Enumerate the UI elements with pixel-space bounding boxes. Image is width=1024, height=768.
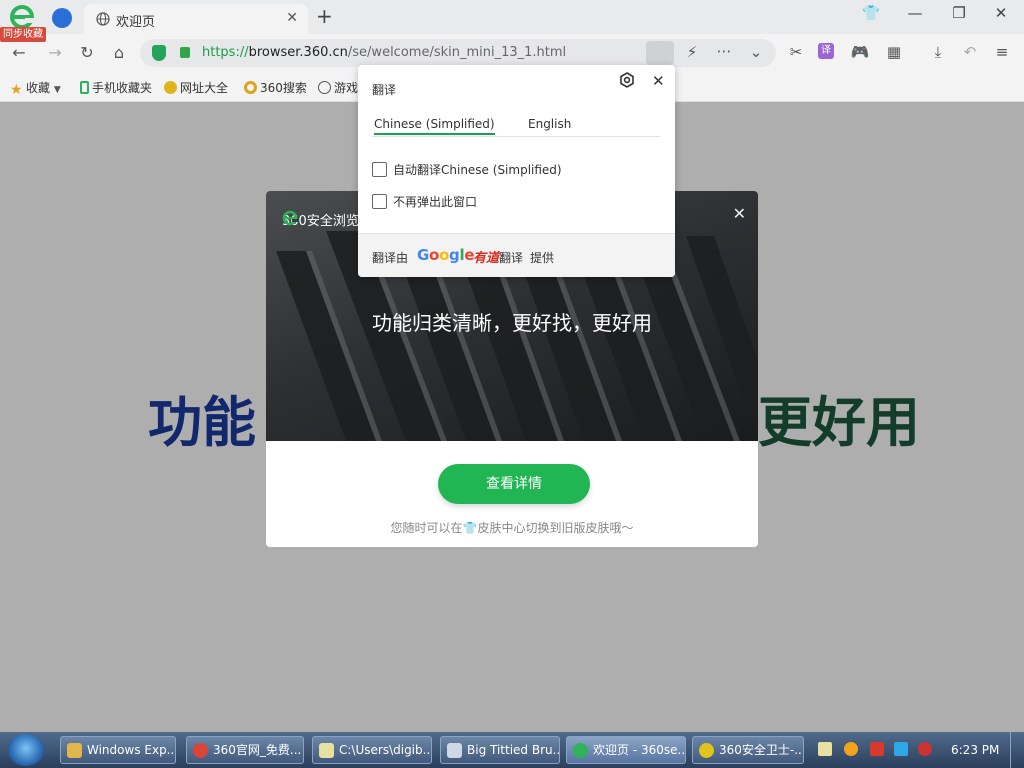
bookmark-games[interactable]: 游戏 xyxy=(318,79,358,96)
chrome-icon xyxy=(193,743,208,758)
chevron-down-icon[interactable]: ⌄ xyxy=(746,43,766,61)
download-icon[interactable]: ⤓ xyxy=(928,43,948,61)
footer-suffix: 提供 xyxy=(530,251,555,265)
browser-360-logo-icon xyxy=(282,210,298,226)
show-desktop-button[interactable] xyxy=(1010,732,1024,768)
reload-icon[interactable]: ↻ xyxy=(76,42,98,64)
tray-monitor-icon[interactable] xyxy=(894,742,908,756)
globe-icon xyxy=(318,81,331,94)
restore-icon[interactable]: ❐ xyxy=(944,4,974,22)
windows-taskbar: Windows Exp... 360官网_免费... C:\Users\digi… xyxy=(0,732,1024,768)
menu-icon[interactable]: ≡ xyxy=(992,43,1012,61)
footer-mid: 翻译 xyxy=(499,251,524,265)
tab-welcome[interactable]: 欢迎页 ✕ xyxy=(84,4,308,34)
translate-button[interactable] xyxy=(646,41,674,65)
lock-icon[interactable] xyxy=(180,47,190,58)
modal-close-icon[interactable]: ✕ xyxy=(733,204,746,223)
auto-translate-option[interactable]: 自动翻译Chinese (Simplified) xyxy=(372,161,562,178)
address-url[interactable]: https://browser.360.cn/se/welcome/skin_m… xyxy=(202,45,566,60)
media-window-icon xyxy=(447,743,462,758)
skin-switch-tip: 您随时可以在👕皮肤中心切换到旧版皮肤哦～ xyxy=(390,521,634,535)
tab-target-language[interactable]: English xyxy=(528,117,571,131)
translate-footer: 翻译由 Google 有道 翻译 提供 xyxy=(358,233,675,277)
gamepad-icon[interactable]: 🎮 xyxy=(850,43,870,61)
taskbar-clock[interactable]: 6:23 PM xyxy=(951,743,999,757)
translate-ext-icon[interactable]: 译 xyxy=(818,43,834,59)
bookmark-site-nav[interactable]: 网址大全 xyxy=(164,79,228,96)
bookmark-mobile-favorites[interactable]: 手机收藏夹 xyxy=(80,79,152,96)
pinned-tab-telegram-icon[interactable] xyxy=(52,8,72,28)
start-button-windows-icon[interactable] xyxy=(8,734,44,766)
close-window-icon[interactable]: ✕ xyxy=(986,4,1016,22)
settings-gear-icon[interactable] xyxy=(619,72,635,88)
minimize-icon[interactable]: — xyxy=(900,4,930,22)
youdao-logo: 有道 xyxy=(473,251,500,266)
auto-translate-checkbox[interactable] xyxy=(372,162,387,177)
tray-tool-icon[interactable] xyxy=(818,742,832,756)
bookmark-360-search[interactable]: 360搜索 xyxy=(244,79,307,96)
skin-shirt-icon[interactable]: 👕 xyxy=(856,4,886,22)
taskbar-item-chrome[interactable]: 360官网_免费... xyxy=(186,736,304,764)
lightning-icon[interactable]: ⚡ xyxy=(682,43,702,61)
security-shield-icon[interactable] xyxy=(152,45,166,61)
taskbar-item-windows-explorer[interactable]: Windows Exp... xyxy=(60,736,176,764)
tray-volume-icon[interactable] xyxy=(918,742,932,756)
taskbar-item-notepad[interactable]: C:\Users\digib... xyxy=(312,736,432,764)
nav-site-icon xyxy=(164,81,177,94)
never-show-checkbox[interactable] xyxy=(372,194,387,209)
new-tab-plus-icon[interactable]: + xyxy=(316,5,333,27)
hero-heading-left: 功能 xyxy=(148,391,256,454)
taskbar-item-360-security[interactable]: 360安全卫士-... xyxy=(692,736,804,764)
taskbar-item-media[interactable]: Big Tittied Bru... xyxy=(440,736,560,764)
tab-close-icon[interactable]: ✕ xyxy=(286,10,298,26)
tab-title: 欢迎页 xyxy=(116,15,156,30)
view-details-button[interactable]: 查看详情 xyxy=(438,464,590,504)
translate-close-icon[interactable]: ✕ xyxy=(652,72,665,90)
skin-shirt-icon: 👕 xyxy=(462,521,478,535)
translate-popup: 翻译 ✕ Chinese (Simplified) English 自动翻译Ch… xyxy=(358,65,675,277)
folder-icon xyxy=(67,743,82,758)
never-show-option[interactable]: 不再弹出此窗口 xyxy=(372,193,477,210)
google-logo: Google xyxy=(417,246,475,264)
skin-caption: 功能归类清晰，更好找，更好用 xyxy=(372,311,652,335)
bookmark-favorites[interactable]: ★ 收藏 ▼ xyxy=(10,79,61,97)
star-icon: ★ xyxy=(10,82,23,98)
browser-360-logo-icon xyxy=(573,743,588,758)
tab-strip: 同步收藏 欢迎页 ✕ + 👕 — ❐ ✕ xyxy=(0,0,1024,42)
language-tabs: Chinese (Simplified) English xyxy=(372,115,660,137)
translate-title: 翻译 xyxy=(372,83,397,97)
notepad-icon xyxy=(319,743,334,758)
phone-icon xyxy=(80,81,89,94)
footer-prefix: 翻译由 xyxy=(372,251,409,265)
tab-source-language[interactable]: Chinese (Simplified) xyxy=(374,117,495,135)
back-arrow-icon[interactable]: ← xyxy=(8,42,30,64)
home-icon[interactable]: ⌂ xyxy=(108,42,130,64)
taskbar-item-360-browser[interactable]: 欢迎页 - 360se... xyxy=(566,736,686,764)
tray-flag-icon[interactable] xyxy=(870,742,884,756)
undo-icon[interactable]: ↶ xyxy=(960,43,980,61)
sync-favorites-badge[interactable]: 同步收藏 xyxy=(0,27,46,42)
dropdown-arrow-icon[interactable]: ▼ xyxy=(54,85,61,95)
forward-arrow-icon[interactable]: → xyxy=(44,42,66,64)
address-bar[interactable]: https://browser.360.cn/se/welcome/skin_m… xyxy=(140,39,776,67)
tray-search-icon[interactable] xyxy=(844,742,858,756)
search-360-icon xyxy=(244,81,257,94)
browser-360-logo-icon[interactable] xyxy=(8,5,36,29)
more-dots-icon[interactable]: ⋯ xyxy=(714,42,734,60)
apps-grid-icon[interactable]: ▦ xyxy=(884,43,904,61)
security-guard-icon xyxy=(699,743,714,758)
scissors-icon[interactable]: ✂ xyxy=(786,43,806,61)
hero-heading-right: 更好用 xyxy=(758,391,920,454)
globe-icon xyxy=(96,12,110,26)
